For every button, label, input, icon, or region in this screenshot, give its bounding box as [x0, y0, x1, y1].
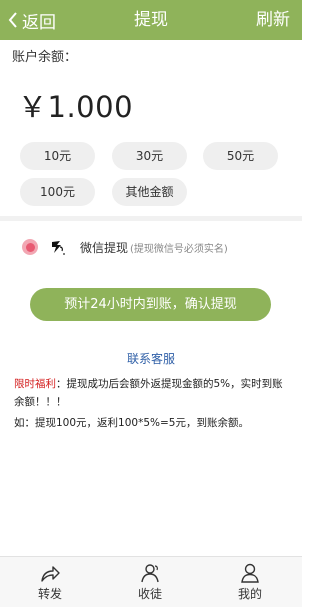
nav-item-share[interactable]: 转发 — [0, 557, 100, 607]
nav-label-apprentice: 收徒 — [137, 587, 162, 601]
bottom-nav: 转发 收徒 我的 — [0, 556, 302, 607]
balance-amount: ￥1.000 — [18, 90, 134, 124]
radio-dot — [25, 242, 35, 252]
amount-option-other[interactable]: 其他金额 — [112, 178, 187, 206]
nav-label-mine: 我的 — [237, 587, 262, 601]
refresh-button[interactable]: 刷新 — [256, 0, 290, 40]
withdraw-method-label: 微信提现 — [80, 240, 129, 255]
contact-support-link[interactable]: 联系客服 — [0, 350, 302, 367]
example-notice: 如：提现100元，返利100*5%=5元，到账余额。 — [14, 417, 249, 429]
back-label: 返回 — [22, 12, 56, 33]
wechat-withdraw-option[interactable]: 微信提现 (提现微信号必须实名) — [22, 232, 228, 262]
amount-option-50[interactable]: 50元 — [203, 142, 278, 170]
wechat-icon — [48, 236, 70, 258]
top-bar: 返回 提现 刷新 — [0, 0, 302, 40]
balance-label: 账户余额： — [12, 50, 78, 65]
nav-item-mine[interactable]: 我的 — [200, 557, 300, 607]
amount-option-30[interactable]: 30元 — [112, 142, 187, 170]
amount-option-100[interactable]: 100元 — [20, 178, 95, 206]
welfare-notice: 限时福利：提现成功后会额外返提现金额的5%，实时到账余额！！！ — [14, 375, 284, 411]
radio-selected[interactable] — [22, 239, 38, 255]
withdraw-method-note: (提现微信号必须实名) — [130, 243, 228, 255]
users-icon — [139, 562, 161, 584]
confirm-withdraw-button[interactable]: 预计24小时内到账，确认提现 — [30, 288, 271, 321]
user-icon — [239, 562, 261, 584]
chevron-left-icon — [8, 12, 18, 28]
nav-label-share: 转发 — [37, 587, 62, 601]
section-divider — [0, 216, 302, 221]
amount-option-10[interactable]: 10元 — [20, 142, 95, 170]
nav-item-apprentice[interactable]: 收徒 — [100, 557, 200, 607]
back-button[interactable]: 返回 — [8, 0, 56, 40]
share-icon — [39, 562, 61, 584]
welfare-tag: 限时福利 — [14, 378, 56, 390]
